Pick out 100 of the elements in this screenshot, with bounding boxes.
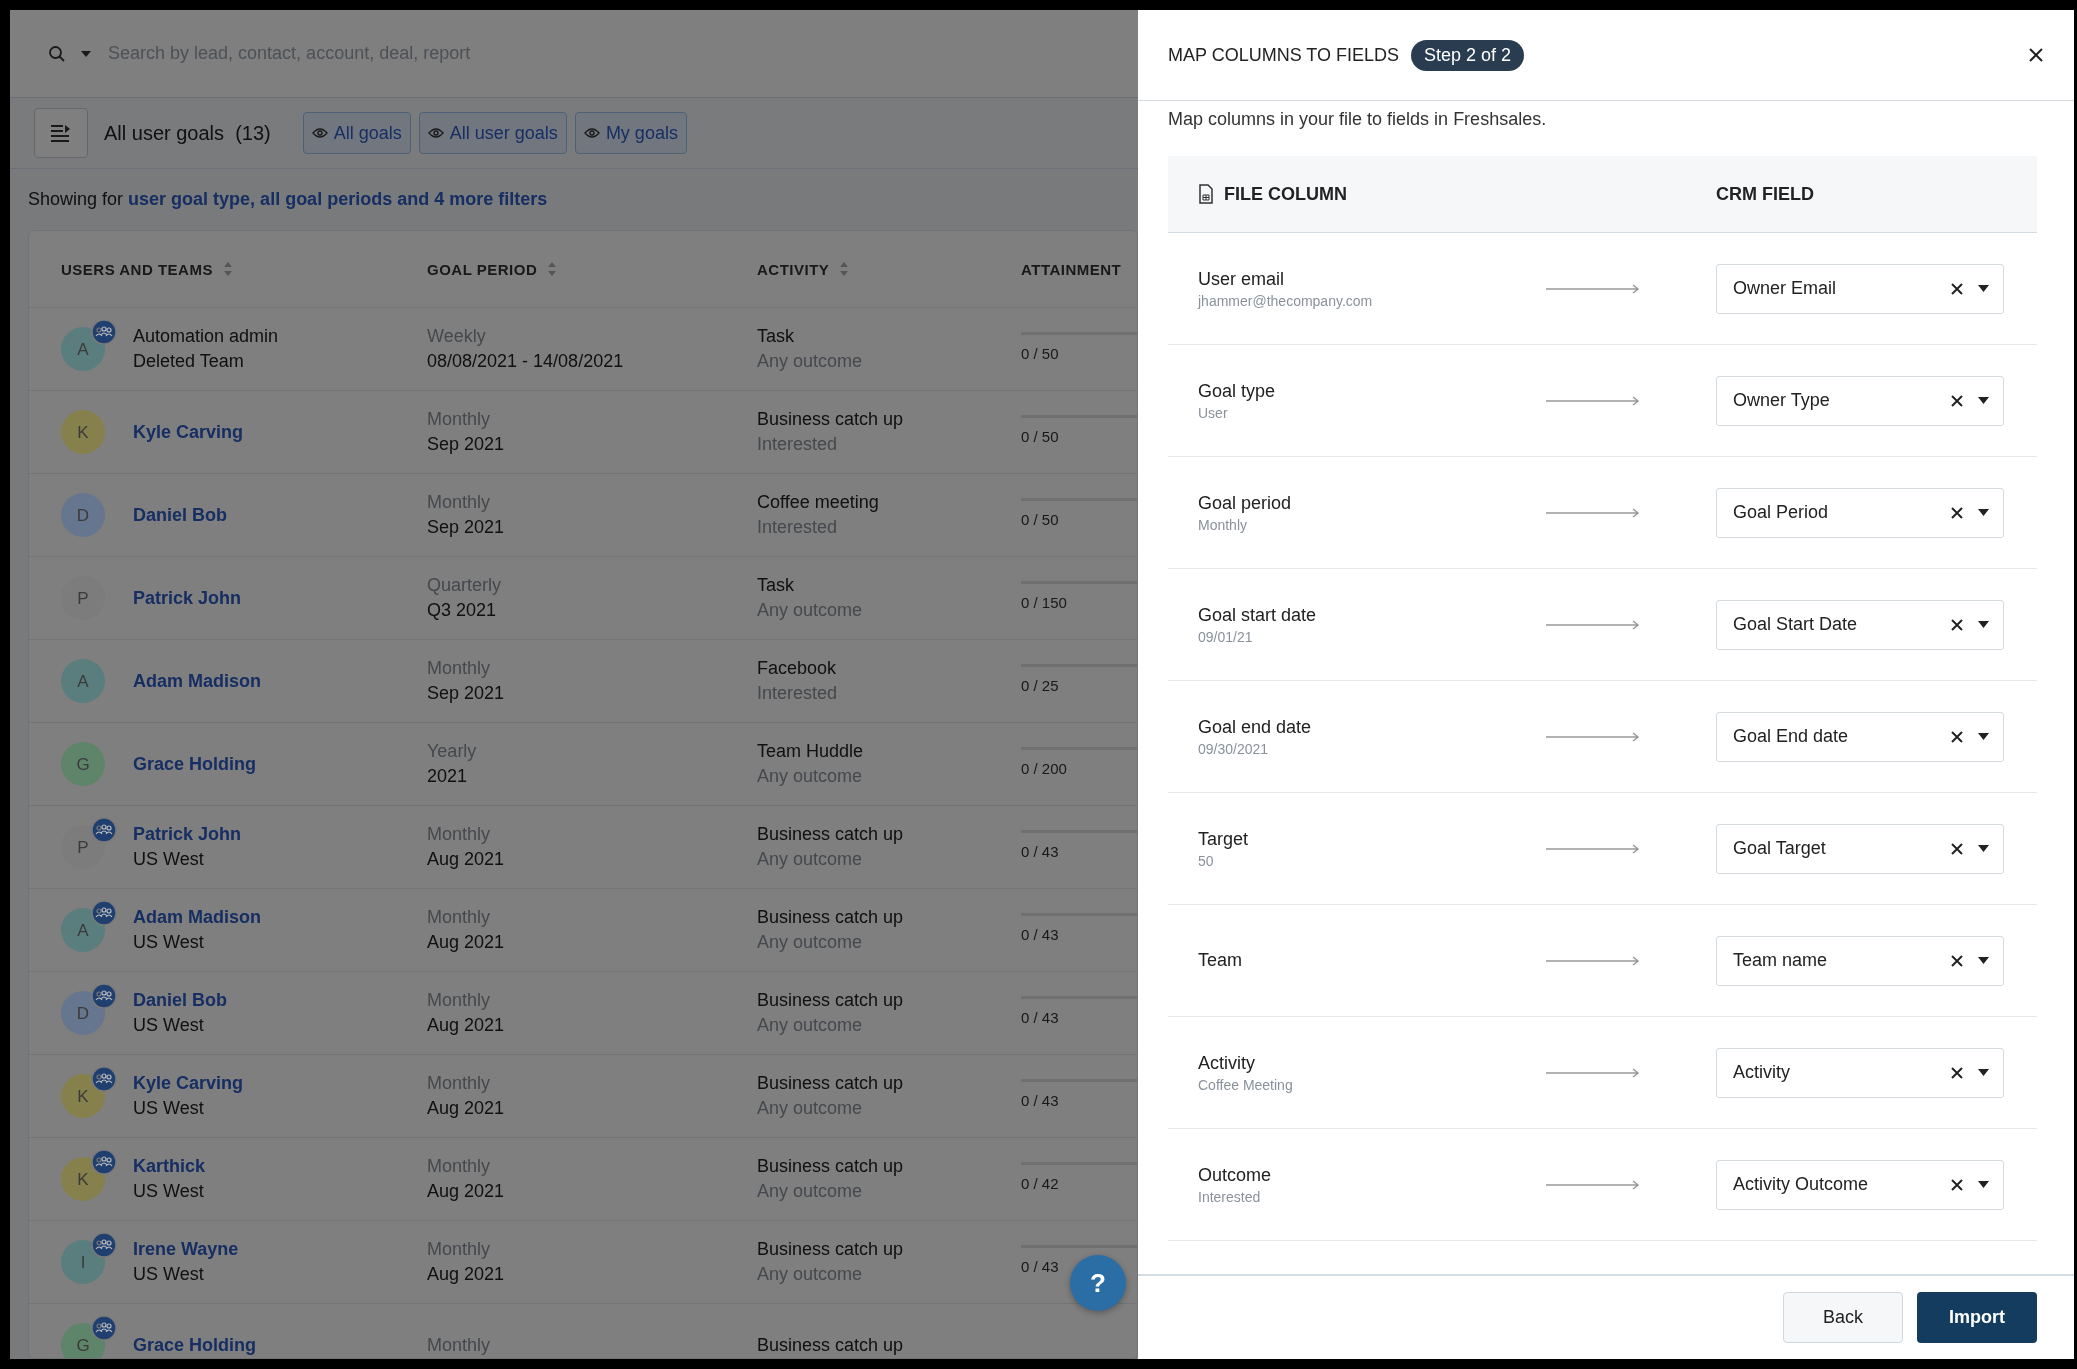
view-chip[interactable]: All user goals	[418, 112, 567, 154]
period-range: Sep 2021	[427, 516, 506, 539]
crm-field-dropdown[interactable]: Team name	[1716, 935, 2004, 986]
period-range: Aug 2021	[427, 931, 506, 954]
arrow-icon	[1546, 955, 1640, 966]
arrow-icon	[1546, 843, 1640, 854]
activity-name: Task	[757, 574, 795, 597]
sample-value: 09/01/21	[1198, 628, 1254, 645]
import-button[interactable]: Import	[1917, 1292, 2037, 1343]
clear-icon[interactable]	[1950, 281, 1964, 296]
caret-icon[interactable]	[1978, 509, 1989, 516]
filter-summary: Showing for user goal type, all goal periods and 4 more filters	[27, 188, 549, 211]
period-type: Monthly	[427, 1238, 492, 1261]
activity-name: Business catch up	[757, 1072, 905, 1095]
sample-value: jhammer@thecompany.com	[1198, 292, 1374, 309]
activity-name: Business catch up	[757, 1155, 905, 1178]
attainment-value: 0 / 43	[1021, 842, 1060, 862]
user-name[interactable]: Daniel Bob	[133, 502, 227, 528]
period-type: Monthly	[427, 823, 492, 846]
activity-outcome: Interested	[757, 682, 839, 705]
column-header[interactable]: ACTIVITY	[757, 260, 830, 278]
caret-icon[interactable]	[1978, 733, 1989, 740]
search-icon[interactable]	[48, 44, 66, 63]
crm-field-dropdown[interactable]: Goal Target	[1716, 823, 2004, 874]
user-name[interactable]: Grace Holding	[133, 751, 257, 777]
period-range: Sep 2021	[427, 433, 506, 456]
team-name: US West	[133, 848, 205, 871]
clear-icon[interactable]	[1950, 1065, 1964, 1080]
period-type: Monthly	[427, 1155, 492, 1178]
user-name: Automation admin	[133, 325, 279, 348]
sample-value: Monthly	[1198, 516, 1249, 533]
back-button[interactable]: Back	[1783, 1292, 1903, 1343]
file-column-name: Team	[1198, 950, 1243, 971]
activity-name: Coffee meeting	[757, 491, 880, 514]
user-name[interactable]: Adam Madison	[133, 905, 261, 930]
column-header[interactable]: ATTAINMENT	[1021, 260, 1122, 278]
period-type: Yearly	[427, 740, 478, 763]
clear-icon[interactable]	[1950, 393, 1964, 408]
caret-icon[interactable]	[1978, 285, 1989, 292]
crm-field-dropdown[interactable]: Goal Period	[1716, 487, 2004, 538]
period-range: Aug 2021	[427, 1097, 506, 1120]
activity-name: Business catch up	[757, 408, 905, 431]
team-badge-icon	[91, 1315, 117, 1341]
view-chip[interactable]: All goals	[302, 112, 411, 154]
file-column-name: Goal period	[1198, 492, 1293, 514]
user-name[interactable]: Adam Madison	[133, 668, 261, 694]
activity-outcome: Any outcome	[757, 1180, 864, 1203]
crm-field-dropdown[interactable]: Activity	[1716, 1047, 2004, 1098]
file-column-name: Goal start date	[1198, 604, 1318, 626]
arrow-icon	[1546, 731, 1640, 742]
crm-field-dropdown[interactable]: Activity Outcome	[1716, 1159, 2004, 1210]
user-name[interactable]: Patrick John	[133, 585, 242, 611]
crm-field-dropdown[interactable]: Goal End date	[1716, 711, 2004, 762]
user-name[interactable]: Karthick	[133, 1154, 206, 1179]
clear-icon[interactable]	[1950, 1177, 1964, 1192]
caret-icon[interactable]	[1978, 397, 1989, 404]
user-name[interactable]: Kyle Carving	[133, 419, 244, 445]
user-name[interactable]: Patrick John	[133, 822, 242, 847]
caret-icon[interactable]	[1978, 1181, 1989, 1188]
user-name[interactable]: Kyle Carving	[133, 1071, 244, 1096]
caret-icon[interactable]	[1978, 845, 1989, 852]
clear-icon[interactable]	[1950, 729, 1964, 744]
column-header[interactable]: USERS AND TEAMS	[61, 260, 213, 278]
user-name[interactable]: Grace Holding	[133, 1332, 257, 1358]
caret-icon[interactable]	[1978, 957, 1989, 964]
team-badge-icon	[91, 1149, 117, 1175]
clear-icon[interactable]	[1950, 617, 1964, 632]
file-column-name: Activity	[1198, 1052, 1256, 1074]
period-type: Monthly	[427, 989, 492, 1012]
sidebar-toggle-button[interactable]	[34, 108, 88, 158]
user-name[interactable]: Irene Wayne	[133, 1237, 239, 1262]
attainment-value: 0 / 50	[1021, 510, 1060, 530]
team-name: US West	[133, 1180, 205, 1203]
sample-value: User	[1198, 404, 1229, 421]
avatar: P	[61, 576, 105, 620]
period-range: 08/08/2021 - 14/08/2021	[427, 350, 625, 373]
eye-icon	[311, 127, 328, 139]
attainment-value: 0 / 50	[1021, 344, 1060, 364]
close-icon[interactable]	[2028, 47, 2044, 63]
crm-field-dropdown[interactable]: Owner Email	[1716, 263, 2004, 314]
user-name[interactable]: Daniel Bob	[133, 988, 227, 1013]
column-header[interactable]: GOAL PERIOD	[427, 260, 538, 278]
caret-icon[interactable]	[1978, 621, 1989, 628]
column-header: FILE COLUMN	[1224, 183, 1347, 205]
clear-icon[interactable]	[1950, 953, 1964, 968]
activity-name: Business catch up	[757, 1238, 905, 1261]
view-chip[interactable]: My goals	[574, 112, 687, 154]
period-type: Weekly	[427, 325, 487, 348]
team-name: US West	[133, 1263, 205, 1286]
crm-field-dropdown[interactable]: Owner Type	[1716, 375, 2004, 426]
period-range: Aug 2021	[427, 1180, 506, 1203]
clear-icon[interactable]	[1950, 505, 1964, 520]
activity-outcome: Any outcome	[757, 1014, 864, 1037]
filter-link[interactable]: user goal type, all goal periods and 4 more filters	[128, 189, 548, 209]
crm-field-dropdown[interactable]: Goal Start Date	[1716, 599, 2004, 650]
clear-icon[interactable]	[1950, 841, 1964, 856]
arrow-icon	[1546, 395, 1640, 406]
period-range: Aug 2021	[427, 1014, 506, 1037]
attainment-value: 0 / 50	[1021, 427, 1060, 447]
caret-icon[interactable]	[1978, 1069, 1989, 1076]
